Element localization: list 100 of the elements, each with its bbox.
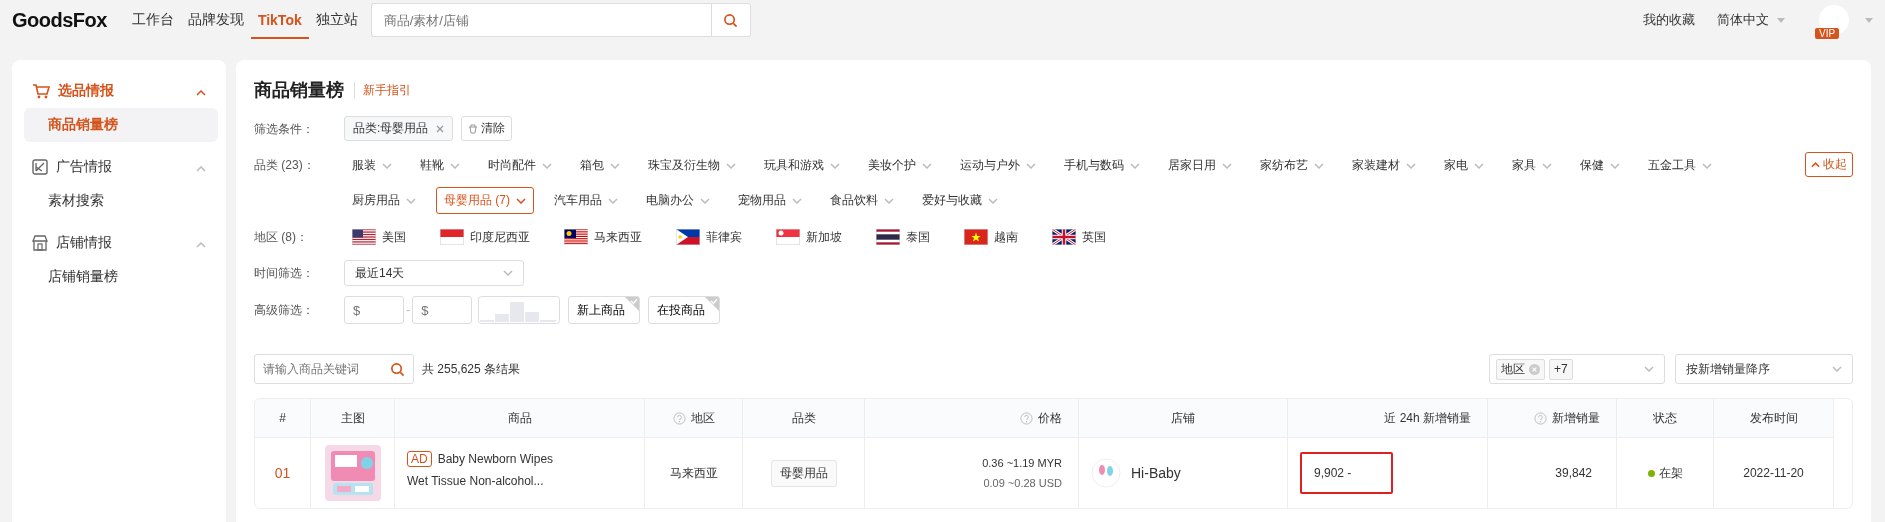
region-option[interactable]: 印度尼西亚 [470, 228, 530, 246]
chevron-icon [792, 197, 802, 204]
category-dropdown[interactable]: 玩具和游戏 [756, 152, 848, 179]
logo[interactable]: GoodsFox [12, 8, 107, 32]
category-dropdown[interactable]: 厨房用品 [344, 187, 424, 214]
sidebar-item[interactable]: 商品销量榜 [24, 108, 218, 142]
page-title: 商品销量榜 [254, 79, 344, 102]
chevron-icon [1474, 162, 1484, 169]
category-dropdown[interactable]: 电脑办公 [638, 187, 718, 214]
nav-tab[interactable]: 独立站 [308, 0, 365, 40]
region-select[interactable]: 地区 +7 [1489, 354, 1665, 384]
clear-button[interactable]: 清除 [461, 116, 513, 141]
column-header[interactable]: 商品 [507, 409, 532, 427]
chevron-icon [1314, 162, 1324, 169]
category-dropdown[interactable]: 居家日用 [1160, 152, 1240, 179]
category-dropdown[interactable]: 时尚配件 [480, 152, 560, 179]
filter-toggle[interactable]: 新上商品 [568, 296, 641, 324]
ad-icon [32, 159, 48, 175]
shop-icon [32, 235, 48, 251]
category-dropdown[interactable]: 家电 [1436, 152, 1492, 179]
filter-toggle[interactable]: 在投商品 [648, 296, 721, 324]
column-header[interactable]: 店铺 [1171, 409, 1195, 427]
search-field[interactable]: 商品/素材/店铺 [370, 3, 711, 37]
range-separator: - [406, 301, 411, 319]
category-dropdown[interactable]: 珠宝及衍生物 [640, 152, 744, 179]
sidebar-section-title[interactable]: 选品情报 [58, 82, 188, 100]
help-icon[interactable] [672, 411, 686, 425]
region-tag[interactable]: 地区 [1496, 358, 1545, 380]
category-dropdown[interactable]: 服装 [344, 152, 400, 179]
category-dropdown[interactable]: 爱好与收藏 [914, 187, 1006, 214]
sidebar-section-title[interactable]: 店铺情报 [56, 234, 188, 252]
nav-tab[interactable]: 品牌发现 [180, 0, 251, 40]
chevron-icon [1811, 161, 1820, 168]
clear-icon[interactable] [1529, 363, 1540, 375]
help-icon[interactable] [1534, 411, 1547, 425]
category-dropdown[interactable]: 食品饮料 [822, 187, 902, 214]
chevron-icon [503, 270, 513, 276]
price-min-field[interactable]: $ [344, 296, 404, 324]
language-selector[interactable]: 简体中文 [1717, 11, 1769, 29]
keyword-search-field[interactable]: 请输入商品关键词 [254, 354, 414, 384]
help-icon[interactable] [1020, 411, 1033, 425]
category-dropdown[interactable]: 鞋靴 [412, 152, 468, 179]
category-dropdown[interactable]: 手机与数码 [1056, 152, 1148, 179]
region-option[interactable]: 美国 [382, 228, 406, 246]
chevron-icon [884, 197, 894, 204]
time-select[interactable]: 最近14天 [344, 260, 524, 286]
category-dropdown[interactable]: 美妆个护 [860, 152, 940, 179]
region-option[interactable]: 越南 [994, 228, 1018, 246]
column-header[interactable]: 状态 [1653, 409, 1677, 427]
region-option[interactable]: 新加坡 [806, 228, 842, 246]
column-header[interactable]: 价格 [1038, 409, 1062, 427]
category-dropdown[interactable]: 保健 [1572, 152, 1628, 179]
category-dropdown[interactable]: 运动与户外 [952, 152, 1044, 179]
search-button[interactable] [710, 3, 751, 37]
avatar[interactable] [1819, 5, 1849, 35]
search-icon[interactable] [723, 12, 739, 28]
category-dropdown[interactable]: 宠物用品 [730, 187, 810, 214]
region-option[interactable]: 马来西亚 [594, 228, 642, 246]
product-title[interactable]: AD Baby Newborn Wipes [407, 452, 554, 466]
favorites-link[interactable]: 我的收藏 [1643, 11, 1695, 29]
chevron-icon [1130, 162, 1140, 169]
search-icon[interactable] [390, 362, 405, 377]
region-option[interactable]: 菲律宾 [706, 228, 742, 246]
price-max-field[interactable]: $ [412, 296, 473, 324]
column-header[interactable]: 发布时间 [1749, 409, 1798, 427]
chevron-icon [382, 162, 392, 169]
chevron-icon [1222, 162, 1232, 169]
chevron-icon [196, 166, 206, 172]
column-header[interactable]: 新增销量 [1552, 409, 1600, 427]
category-dropdown[interactable]: 家具 [1504, 152, 1560, 179]
vip-badge: VIP [1815, 28, 1840, 39]
column-header[interactable]: 主图 [340, 409, 365, 427]
column-header[interactable]: 地区 [690, 409, 715, 427]
status-text: 在架 [1658, 464, 1683, 482]
chevron-icon [516, 197, 526, 204]
category-dropdown[interactable]: 母婴用品 (7) [436, 187, 534, 214]
caret-icon [1777, 17, 1785, 23]
collapse-button[interactable]: 收起 [1805, 152, 1853, 177]
region-option[interactable]: 泰国 [906, 228, 930, 246]
column-header[interactable]: # [279, 411, 286, 425]
category-dropdown[interactable]: 五金工具 [1640, 152, 1720, 179]
category-dropdown[interactable]: 汽车用品 [546, 187, 626, 214]
sidebar-section-title[interactable]: 广告情报 [56, 158, 188, 176]
category-dropdown[interactable]: 箱包 [572, 152, 628, 179]
histogram-icon[interactable] [478, 296, 561, 324]
filter-chip[interactable]: 品类:母婴用品 [344, 116, 454, 141]
sales-24h: 9,902 - [1300, 452, 1394, 494]
shop-name[interactable]: Hi-Baby [1131, 465, 1181, 481]
guide-link[interactable]: 新手指引 [354, 81, 411, 99]
product-title[interactable]: Wet Tissue Non-alcohol... [407, 474, 544, 488]
close-icon[interactable] [436, 124, 445, 133]
nav-tab[interactable]: 工作台 [124, 0, 181, 40]
region-option[interactable]: 英国 [1082, 228, 1106, 246]
sidebar-item[interactable]: 素材搜索 [24, 184, 218, 218]
nav-tab[interactable]: TikTok [250, 1, 309, 39]
sort-select[interactable]: 按新增销量降序 [1675, 354, 1853, 384]
column-header[interactable]: 品类 [791, 409, 816, 427]
category-dropdown[interactable]: 家纺布艺 [1252, 152, 1332, 179]
category-dropdown[interactable]: 家装建材 [1344, 152, 1424, 179]
sidebar-item[interactable]: 店铺销量榜 [24, 260, 218, 294]
